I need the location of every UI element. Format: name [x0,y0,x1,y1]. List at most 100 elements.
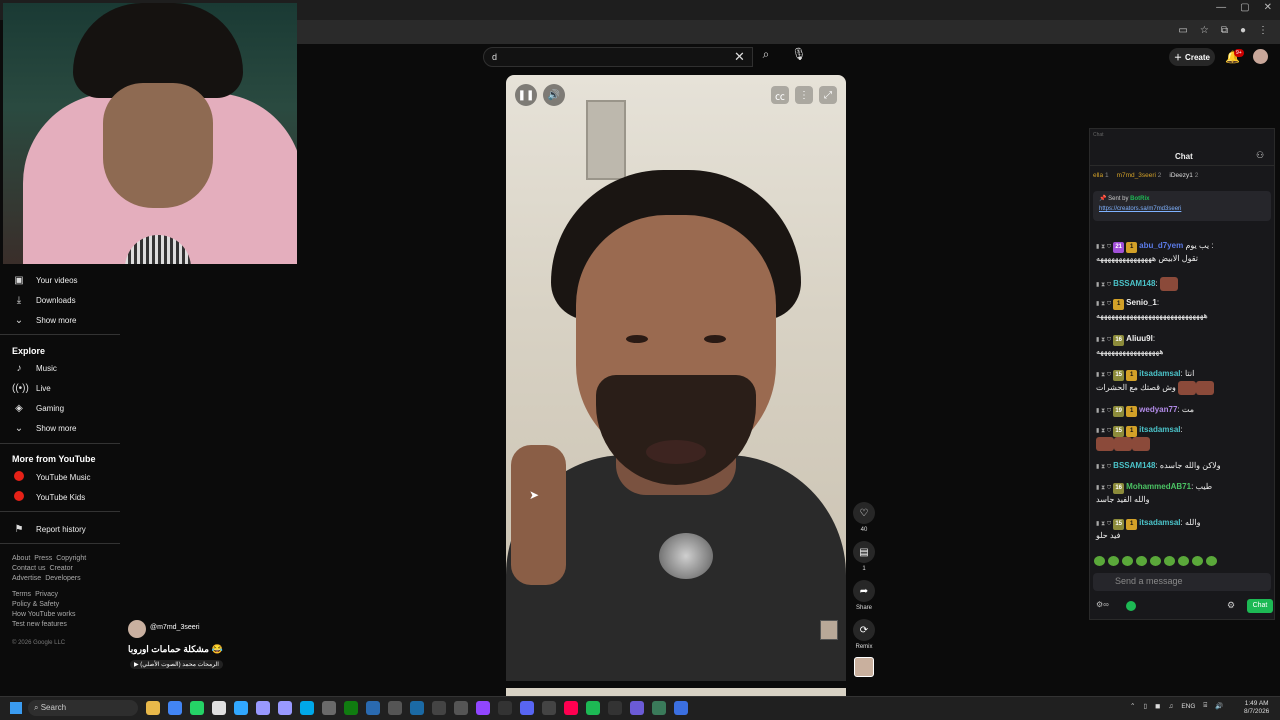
emote-icon[interactable] [1150,556,1161,566]
battery-icon[interactable]: ▯ [1143,702,1147,710]
chat-message-input[interactable]: Send a message [1093,573,1271,591]
volume-tray-icon[interactable]: 🔊 [1215,702,1223,710]
sidebar-item-gaming[interactable]: ◈ Gaming [12,401,64,415]
photoshop-icon[interactable] [234,701,248,715]
footer-link[interactable]: Copyright [56,555,86,562]
mod-tools-icon[interactable]: ▮ ⧗ ⛉ [1096,485,1111,491]
app-icon[interactable] [652,701,666,715]
footer-link[interactable]: About [12,555,30,562]
mod-tools-icon[interactable]: ▮ ⧗ ⛉ [1096,428,1111,434]
chat-username[interactable]: abu_d7yem [1139,241,1183,250]
top-user[interactable]: ella 1 [1093,172,1109,179]
emote-icon[interactable] [1122,556,1133,566]
chrome-icon[interactable] [168,701,182,715]
chat-username[interactable]: BSSAM148 [1113,279,1155,288]
app-icon[interactable] [586,701,600,715]
mod-tools-icon[interactable]: ▮ ⧗ ⛉ [1096,372,1111,378]
chat-username[interactable]: itsadamsal [1139,369,1180,378]
address-bar[interactable] [296,20,1280,44]
shorts-video-player[interactable]: ❚❚ 🔊 ㏄ ⋮ ⤢ [506,75,846,681]
kick-logo-icon[interactable] [1126,601,1136,611]
chat-send-button[interactable]: Chat [1247,599,1273,613]
channel-name[interactable]: @m7md_3seeri [150,624,200,631]
sidebar-item-report-history[interactable]: ⚑ Report history [12,522,86,536]
comment-action[interactable]: ▤ 1 [852,541,876,572]
file-explorer-icon[interactable] [146,701,160,715]
sidebar-item-music[interactable]: ♪ Music [12,361,57,375]
remix-action[interactable]: ⟳ Remix [852,619,876,650]
menu-dots-icon[interactable]: ⋮ [1258,25,1268,36]
fullscreen-button[interactable]: ⤢ [819,86,837,104]
tray-chevron-icon[interactable]: ⌃ [1130,702,1135,710]
taskbar-clock[interactable]: 1:49 AM 8/7/2026 [1244,700,1269,716]
chat-username[interactable]: BSSAM148 [1113,461,1155,470]
audition-icon[interactable] [300,701,314,715]
footer-link[interactable]: Contact us [12,565,45,572]
footer-link[interactable]: Advertise [12,575,41,582]
bookmark-star-icon[interactable]: ☆ [1200,25,1209,36]
network-icon[interactable]: ⌸ [1203,702,1207,710]
xbox-icon[interactable] [344,701,358,715]
share-icon[interactable]: ➦ [853,580,875,602]
windows-start-icon[interactable] [10,702,22,714]
app-icon[interactable] [608,701,622,715]
chat-username[interactable]: wedyan77 [1139,405,1177,414]
app-icon[interactable] [498,701,512,715]
sidebar-item-show-more[interactable]: ⌄ Show more [12,313,77,327]
app-icon[interactable] [454,701,468,715]
footer-link[interactable]: Terms [12,591,31,598]
app-icon[interactable] [388,701,402,715]
taskbar-search[interactable]: ⌕ Search [28,700,138,716]
app-icon[interactable] [542,701,556,715]
sidebar-item-your-videos[interactable]: ▣ Your videos [12,273,77,287]
sidebar-item-youtube-kids[interactable]: YouTube Kids [12,490,85,504]
footer-link[interactable]: Policy & Safety [12,601,59,608]
minimize-button[interactable]: — [1216,2,1226,13]
chat-username[interactable]: itsadamsal [1139,425,1180,434]
sidebar-item-youtube-music[interactable]: YouTube Music [12,470,91,484]
comment-icon[interactable]: ▤ [853,541,875,563]
mod-tools-icon[interactable]: ▮ ⧗ ⛉ [1096,464,1111,470]
app-icon[interactable] [432,701,446,715]
app-icon[interactable] [674,701,688,715]
top-user[interactable]: iDeezy1 2 [1169,172,1198,179]
app-icon[interactable] [630,701,644,715]
emote-icon[interactable] [1178,556,1189,566]
clear-search-icon[interactable]: ✕ [734,49,745,65]
app-icon[interactable] [212,701,226,715]
app-tray-icon[interactable]: ◼ [1155,702,1160,710]
account-avatar[interactable] [1253,49,1268,64]
pinned-link[interactable]: https://creators.sa/m7md3seeri [1099,206,1265,212]
emote-icon[interactable] [1192,556,1203,566]
chat-users-icon[interactable]: ⚇ [1256,150,1264,161]
premiere-icon[interactable] [256,701,270,715]
mod-tools-icon[interactable]: ▮ ⧗ ⛉ [1096,521,1111,527]
chat-username[interactable]: Aliuu9l [1126,334,1153,343]
chat-tools-icon[interactable]: ⚙∞ [1096,600,1109,609]
create-button[interactable]: ＋ Create [1169,48,1215,66]
chat-settings-gear-icon[interactable]: ⚙ [1227,600,1235,611]
sidebar-item-downloads[interactable]: ⤓ Downloads [12,293,76,307]
search-button[interactable]: ⌕ [753,47,779,67]
voice-search-button[interactable]: 🎙 [788,47,810,67]
mod-tools-icon[interactable]: ▮ ⧗ ⛉ [1096,244,1111,250]
heart-icon[interactable]: ♡ [853,502,875,524]
music-attribution[interactable]: ▶ الرمحات محمد (الصوت الأصلي) [130,660,223,669]
chat-username[interactable]: itsadamsal [1139,518,1180,527]
steam-icon[interactable] [410,701,424,715]
app-icon[interactable] [322,701,336,715]
chat-username[interactable]: Senio_1 [1126,298,1157,307]
cast-icon[interactable]: ▭ [1178,25,1187,36]
emote-icon[interactable] [1206,556,1217,566]
sidebar-item-live[interactable]: ((•)) Live [12,381,51,395]
share-action[interactable]: ➦ Share [852,580,876,611]
mic-tray-icon[interactable]: ♫ [1168,703,1173,710]
footer-link[interactable]: Privacy [35,591,58,598]
sidebar-item-show-more[interactable]: ⌄ Show more [12,421,77,435]
footer-link[interactable]: Developers [45,575,80,582]
more-options-button[interactable]: ⋮ [795,86,813,104]
discord-icon[interactable] [520,701,534,715]
pause-button[interactable]: ❚❚ [515,84,537,106]
mod-tools-icon[interactable]: ▮ ⧗ ⛉ [1096,337,1111,343]
like-action[interactable]: ♡ 40 [852,502,876,533]
